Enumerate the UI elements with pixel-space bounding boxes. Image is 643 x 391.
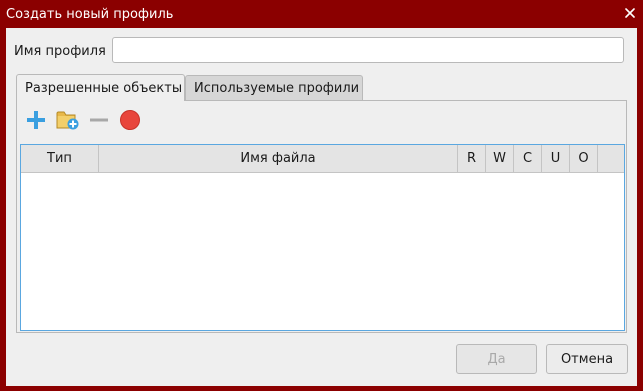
column-header-c[interactable]: C bbox=[514, 145, 542, 172]
column-header-filename[interactable]: Имя файла bbox=[99, 145, 458, 172]
tab-pane-allowed-objects: Тип Имя файла R W C U O bbox=[16, 100, 627, 333]
tab-allowed-objects[interactable]: Разрешенные объекты bbox=[16, 74, 185, 101]
column-header-w[interactable]: W bbox=[486, 145, 514, 172]
dialog-body: Имя профиля Разрешенные объекты Использу… bbox=[6, 28, 637, 386]
record-icon bbox=[120, 110, 140, 130]
plus-icon bbox=[27, 111, 45, 129]
close-button[interactable] bbox=[617, 0, 643, 26]
column-header-r[interactable]: R bbox=[458, 145, 486, 172]
column-header-u[interactable]: U bbox=[542, 145, 570, 172]
cancel-button[interactable]: Отмена bbox=[546, 344, 628, 374]
title-bar[interactable]: Создать новый профиль bbox=[0, 0, 643, 28]
tab-label: Используемые профили bbox=[194, 81, 360, 96]
remove-object-button[interactable] bbox=[86, 107, 112, 133]
folder-add-icon bbox=[56, 111, 79, 130]
record-button[interactable] bbox=[117, 107, 143, 133]
profile-name-label: Имя профиля bbox=[14, 44, 106, 59]
column-header-type[interactable]: Тип bbox=[21, 145, 99, 172]
tab-label: Разрешенные объекты bbox=[25, 81, 183, 96]
ok-button[interactable]: Да bbox=[456, 344, 537, 374]
profile-name-input[interactable] bbox=[112, 37, 624, 63]
tab-used-profiles[interactable]: Используемые профили bbox=[185, 75, 363, 100]
table-header: Тип Имя файла R W C U O bbox=[21, 145, 624, 173]
allowed-objects-table[interactable]: Тип Имя файла R W C U O bbox=[20, 144, 625, 331]
minus-icon bbox=[90, 118, 108, 122]
add-folder-button[interactable] bbox=[55, 107, 81, 133]
window-title: Создать новый профиль bbox=[6, 7, 174, 22]
column-header-o[interactable]: O bbox=[570, 145, 598, 172]
dialog-window: Создать новый профиль Имя профиля Разреш… bbox=[0, 0, 643, 391]
add-object-button[interactable] bbox=[23, 107, 49, 133]
close-icon bbox=[625, 8, 635, 18]
column-header-spacer bbox=[598, 145, 624, 172]
